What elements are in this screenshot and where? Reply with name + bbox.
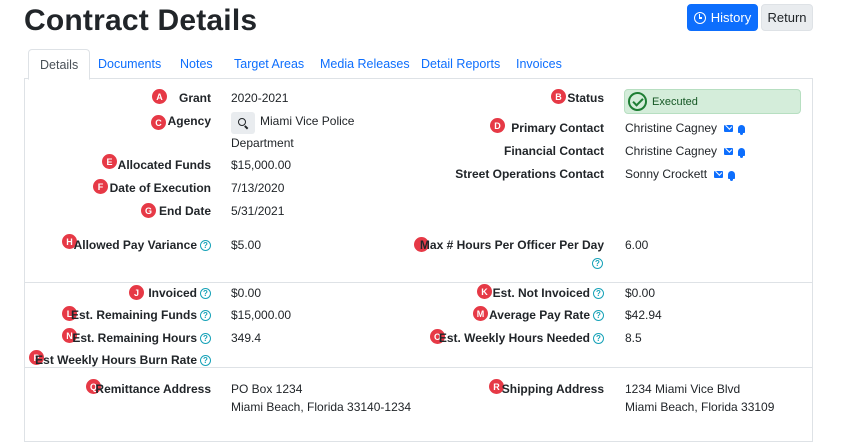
est-remaining-hours-label: Est. Remaining Hours? [72,331,211,345]
allocated-funds-label: Allocated Funds [117,158,211,172]
end-date-label: End Date [158,204,211,218]
help-icon[interactable]: ? [200,288,211,300]
bell-icon[interactable] [728,170,736,181]
help-icon[interactable]: ? [593,310,604,322]
status-badge: Executed [624,89,801,114]
allowed-pay-variance-label: Allowed Pay Variance? [74,238,211,252]
badge-d: D [490,118,505,133]
bell-icon[interactable] [738,147,746,158]
tab-media-releases[interactable]: Media Releases [309,49,421,79]
agency-label: Agency [167,114,211,128]
badge-a: A [152,89,167,104]
check-circle-icon [628,92,647,111]
grant-label: Grant [178,91,211,105]
end-date-value: 5/31/2021 [231,204,285,218]
tab-bar: Details Documents Notes Target Areas Med… [24,49,813,80]
envelope-icon[interactable] [724,125,734,133]
shipping-address-line2: Miami Beach, Florida 33109 [625,400,775,414]
tab-details[interactable]: Details [28,49,91,80]
financial-contact-value: Christine Cagney [625,142,746,160]
allocated-funds-value: $15,000.00 [231,158,292,172]
shipping-address-line1: 1234 Miami Vice Blvd [625,382,741,396]
agency-search-button[interactable] [231,112,255,134]
est-not-invoiced-label: Est. Not Invoiced? [493,286,604,300]
badge-e: E [102,154,117,169]
tab-notes[interactable]: Notes [169,49,224,79]
shipping-address-label: Shipping Address [501,382,604,396]
allowed-pay-variance-value: $5.00 [231,238,262,252]
clock-icon [693,11,706,24]
tab-documents[interactable]: Documents [87,49,172,79]
primary-contact-value: Christine Cagney [625,119,746,137]
envelope-icon[interactable] [724,148,734,156]
tab-target-areas[interactable]: Target Areas [223,49,315,79]
help-icon[interactable]: ? [200,355,211,367]
badge-k: K [477,284,492,299]
history-button-label: History [710,10,752,25]
badge-f: F [93,179,108,194]
grant-value: 2020-2021 [231,91,289,105]
primary-contact-label: Primary Contact [511,121,604,135]
est-weekly-hours-needed-value: 8.5 [625,331,642,345]
badge-g: G [141,203,156,218]
date-of-execution-label: Date of Execution [109,181,211,195]
agency-value-line2: Department [231,136,294,150]
help-icon[interactable]: ? [592,258,603,269]
help-icon[interactable]: ? [593,333,604,345]
help-icon[interactable]: ? [200,240,211,252]
status-label: Status [567,91,604,105]
page-title: Contract Details [24,4,258,37]
tab-detail-reports[interactable]: Detail Reports [410,49,511,79]
average-pay-rate-value: $42.94 [625,308,662,322]
street-operations-contact-label: Street Operations Contact [455,167,604,181]
agency-value-line1: Miami Vice Police [260,114,355,128]
date-of-execution-value: 7/13/2020 [231,181,285,195]
financial-contact-label: Financial Contact [503,144,604,158]
street-operations-contact-value: Sonny Crockett [625,165,736,183]
est-not-invoiced-value: $0.00 [625,286,656,300]
bell-icon[interactable] [738,124,746,135]
history-button[interactable]: History [687,4,758,31]
est-remaining-funds-label: Est. Remaining Funds? [71,308,211,322]
badge-b: B [551,89,566,104]
invoiced-value: $0.00 [231,286,262,300]
max-hours-label: Max # Hours Per Officer Per Day [419,238,604,252]
est-remaining-funds-value: $15,000.00 [231,308,292,322]
return-button[interactable]: Return [761,4,813,31]
average-pay-rate-label: Average Pay Rate? [489,308,604,322]
remittance-address-line1: PO Box 1234 [231,382,303,396]
max-hours-value: 6.00 [625,238,649,252]
help-icon[interactable]: ? [200,333,211,345]
remittance-address-label: Remittance Address [95,382,211,396]
est-weekly-hours-needed-label: Est. Weekly Hours Needed? [439,331,604,345]
badge-c: C [151,115,166,130]
remittance-address-line2: Miami Beach, Florida 33140-1234 [231,400,412,414]
status-value: Executed [652,95,698,108]
est-weekly-burn-rate-label: Est Weekly Hours Burn Rate? [35,353,211,367]
badge-j: J [129,285,144,300]
search-icon [238,118,246,126]
badge-m: M [473,306,488,321]
tab-invoices[interactable]: Invoices [505,49,573,79]
envelope-icon[interactable] [714,171,724,179]
help-icon[interactable]: ? [593,288,604,300]
invoiced-label: Invoiced? [148,286,211,300]
est-remaining-hours-value: 349.4 [231,331,262,345]
help-icon[interactable]: ? [200,310,211,322]
